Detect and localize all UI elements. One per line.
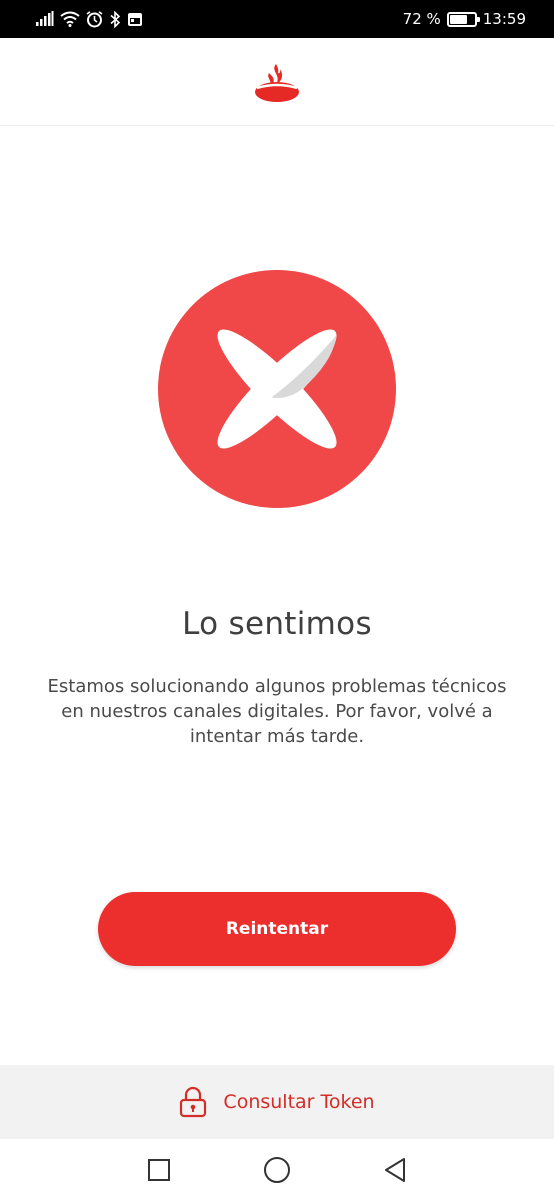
error-screen: 72 % 13:59 Lo sentimos Estamos soluciona… (0, 0, 554, 1200)
santander-flame-icon (255, 63, 299, 102)
consult-token-label: Consultar Token (223, 1091, 375, 1113)
status-icons-right: 72 % 13:59 (403, 10, 526, 28)
error-message: Estamos solucionando algunos problemas t… (47, 676, 507, 747)
back-triangle-icon[interactable] (377, 1152, 413, 1188)
battery-level (449, 14, 468, 24)
recents-square-icon[interactable] (141, 1152, 177, 1188)
retry-button[interactable]: Reintentar (98, 892, 456, 966)
lock-icon (180, 1086, 207, 1118)
system-nav-bar (0, 1139, 554, 1200)
clock: 13:59 (482, 10, 526, 28)
battery-icon (446, 11, 480, 27)
home-circle-icon[interactable] (259, 1152, 295, 1188)
app-header (0, 38, 554, 126)
status-icons-left (36, 10, 143, 28)
error-title: Lo sentimos (182, 606, 372, 642)
signal-icon (36, 11, 54, 26)
status-bar: 72 % 13:59 (0, 0, 554, 38)
alarm-icon (86, 10, 103, 27)
error-x-icon (158, 270, 396, 508)
wifi-icon (60, 11, 80, 27)
bluetooth-icon (110, 10, 121, 28)
battery-percent: 72 % (402, 10, 441, 28)
calendar-icon (128, 13, 142, 26)
consult-token-button[interactable]: Consultar Token (0, 1065, 554, 1139)
